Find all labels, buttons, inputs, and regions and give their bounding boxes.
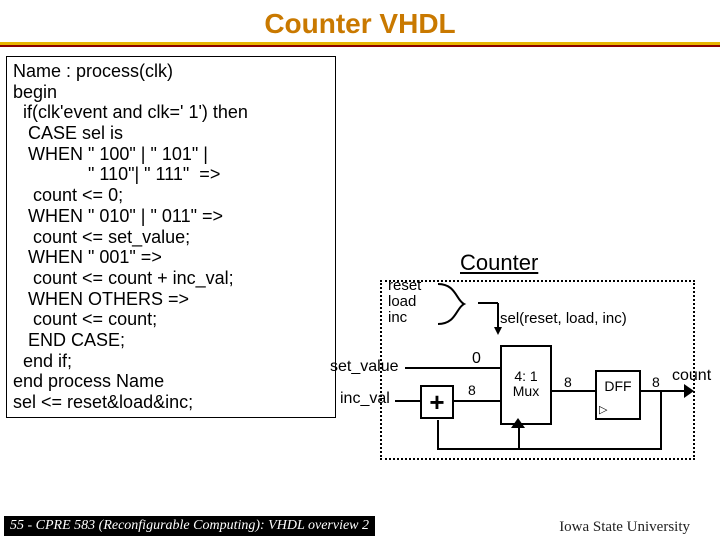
bus-width-mux-out: 8: [564, 374, 572, 390]
divider-red: [0, 45, 720, 47]
wire: [405, 367, 500, 369]
wire: [454, 400, 500, 402]
wire: [395, 400, 420, 402]
wire: [518, 425, 520, 450]
footer-left: 55 - CPRE 583 (Reconfigurable Computing)…: [4, 516, 375, 536]
counter-diagram: Counter reset load inc sel(reset, load, …: [340, 250, 710, 480]
arrowhead-icon: [684, 384, 694, 398]
wire: [552, 390, 595, 392]
signal-inc: inc: [388, 310, 407, 327]
constant-zero: 0: [472, 350, 481, 368]
bus-width-dff-out: 8: [652, 374, 660, 390]
signal-inc-val: inc_val: [340, 390, 390, 408]
dff-block: DFF ▷: [595, 370, 641, 420]
clock-triangle-icon: ▷: [599, 403, 607, 416]
footer-right: Iowa State University: [559, 519, 690, 536]
output-count: count: [672, 367, 711, 385]
bus-width-adder-out: 8: [468, 382, 476, 398]
signal-set-value: set_value: [330, 358, 399, 376]
wire: [437, 448, 662, 450]
diagram-title: Counter: [460, 250, 538, 276]
vhdl-code-block: Name : process(clk) begin if(clk'event a…: [6, 56, 336, 418]
mux-block: 4: 1 Mux: [500, 345, 552, 425]
dff-label: DFF: [604, 378, 631, 394]
wire: [437, 420, 439, 450]
signal-sel-expr: sel(reset, load, inc): [500, 310, 627, 327]
slide-title: Counter VHDL: [0, 0, 720, 42]
wire: [660, 390, 662, 450]
concat-brace-icon: [436, 280, 472, 328]
adder-block: +: [420, 385, 454, 419]
